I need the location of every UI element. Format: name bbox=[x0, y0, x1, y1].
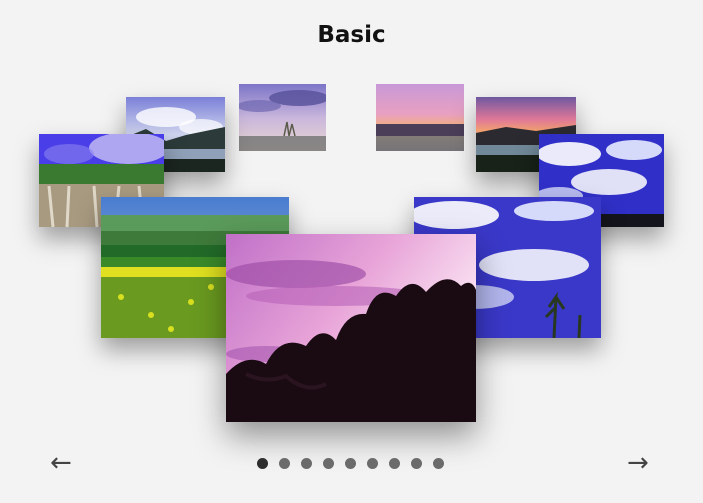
next-arrow-button[interactable]: → bbox=[627, 448, 649, 478]
pagination-dot[interactable] bbox=[367, 458, 378, 469]
carousel-slide-back-left[interactable] bbox=[239, 84, 326, 151]
pagination-dot[interactable] bbox=[433, 458, 444, 469]
pagination-dot[interactable] bbox=[257, 458, 268, 469]
pagination-dot[interactable] bbox=[279, 458, 290, 469]
carousel-slide-back-right[interactable] bbox=[376, 84, 464, 151]
pagination-dot[interactable] bbox=[323, 458, 334, 469]
slide-image bbox=[226, 234, 476, 422]
carousel-slide-active[interactable] bbox=[226, 234, 476, 422]
pagination-dot[interactable] bbox=[345, 458, 356, 469]
pagination-dot[interactable] bbox=[301, 458, 312, 469]
pagination-dot[interactable] bbox=[411, 458, 422, 469]
pagination-dot[interactable] bbox=[389, 458, 400, 469]
slide-image bbox=[376, 84, 464, 151]
slide-image bbox=[239, 84, 326, 151]
carousel-stage bbox=[0, 0, 703, 450]
prev-arrow-button[interactable]: ← bbox=[50, 448, 72, 478]
